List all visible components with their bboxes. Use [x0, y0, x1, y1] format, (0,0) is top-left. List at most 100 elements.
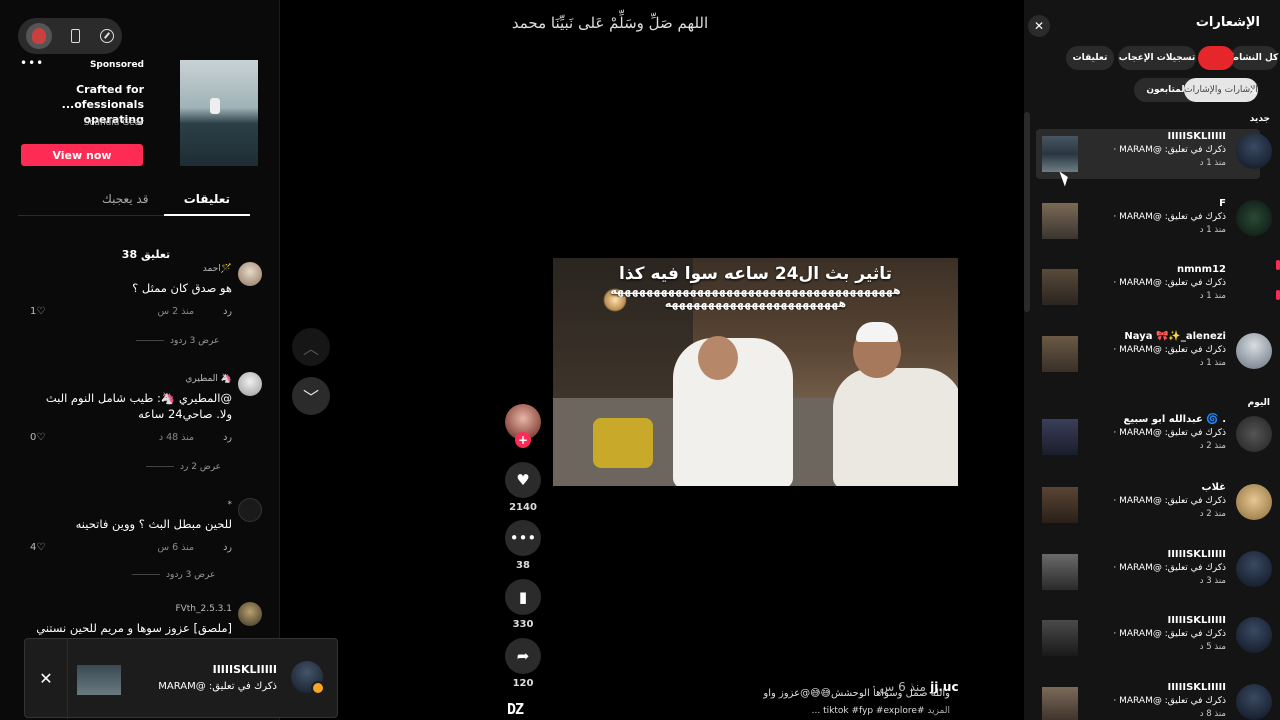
like-comment-button[interactable]: 4♡: [30, 542, 45, 553]
notification-username[interactable]: IIIIISKLIIIII: [1167, 131, 1226, 142]
more-link[interactable]: المزيد: [927, 706, 950, 716]
like-button[interactable]: ♥: [505, 462, 541, 498]
notification-username[interactable]: غلاب: [1202, 482, 1226, 493]
avatar[interactable]: [1236, 266, 1272, 302]
like-comment-button[interactable]: 1♡: [30, 306, 45, 317]
close-icon[interactable]: ✕: [37, 669, 55, 688]
video-thumbnail[interactable]: [1042, 203, 1078, 239]
avatar[interactable]: [1236, 484, 1272, 520]
filter-likes[interactable]: تسجيلات الإعجاب: [1118, 46, 1196, 70]
notification-username[interactable]: عبدالله ابو سبيع 🌀 .: [1124, 414, 1226, 425]
video-thumbnail[interactable]: [1042, 554, 1078, 590]
video-thumbnail[interactable]: [1042, 620, 1078, 656]
comment-button[interactable]: •••: [505, 520, 541, 556]
tab-you-may-like[interactable]: قد يعجبك: [102, 192, 148, 206]
comment-username[interactable]: *: [228, 500, 233, 510]
notification-text: ذكرك في تعليق: @MARAM ·: [1113, 629, 1226, 639]
notification-text: ذكرك في تعليق: @MARAM ·: [1113, 145, 1226, 155]
video-thumbnail[interactable]: [1042, 336, 1078, 372]
mention-badge-icon: [311, 681, 325, 695]
tab-comments[interactable]: تعليقات: [184, 192, 230, 206]
previous-video-button[interactable]: ︿: [292, 328, 330, 366]
like-comment-button[interactable]: 0♡: [30, 432, 45, 443]
reply-button[interactable]: رد: [223, 306, 232, 317]
notification-username[interactable]: Naya 🎀✨_alenezi: [1124, 331, 1226, 342]
video-thumbnail[interactable]: [1042, 487, 1078, 523]
notification-item[interactable]: Naya 🎀✨_alenezi ذكرك في تعليق: @MARAM · …: [1036, 329, 1272, 379]
video-thumbnail[interactable]: [1042, 687, 1078, 720]
avatar[interactable]: [1236, 684, 1272, 720]
reply-button[interactable]: رد: [223, 542, 232, 553]
comment-username[interactable]: FVth_2.5.3.1: [175, 604, 232, 614]
share-button[interactable]: ➦: [505, 638, 541, 674]
notification-username[interactable]: nmnm12: [1177, 264, 1226, 275]
notification-item[interactable]: IIIIISKLIIIII ذكرك في تعليق: @MARAM · من…: [1036, 129, 1272, 179]
close-icon[interactable]: ✕: [1028, 15, 1050, 37]
heart-icon: ♡: [36, 432, 46, 443]
video-thumbnail[interactable]: [1042, 269, 1078, 305]
comment-meta: رد منذ 2 س: [158, 306, 233, 317]
avatar[interactable]: [1236, 551, 1272, 587]
more-options-icon[interactable]: •••: [20, 56, 44, 70]
notification-item[interactable]: IIIIISKLIIIII ذكرك في تعليق: @MARAM · من…: [1036, 613, 1272, 663]
comment-time: منذ 6 س: [157, 542, 195, 553]
avatar[interactable]: [1236, 133, 1272, 169]
mention-toast[interactable]: ✕ IIIIISKLIIIII ذكرك في تعليق: @MARAM: [24, 638, 338, 719]
notification-item[interactable]: غلاب ذكرك في تعليق: @MARAM · منذ 2 د: [1036, 480, 1272, 530]
filter-all-activity[interactable]: كل النشاط: [1230, 46, 1278, 70]
ad-view-now-button[interactable]: View now: [21, 144, 143, 166]
notifications-panel: ✕ الإشعارات كل النشاط تسجيلات الإعجاب تع…: [1024, 0, 1280, 720]
filter-mentions-tooltip[interactable]: الإشارات والإشارات: [1184, 78, 1258, 102]
comment-username[interactable]: احمد🪄: [203, 264, 232, 274]
sponsored-ad[interactable]: ••• Sponsored Crafted for ...ofessionals…: [18, 56, 262, 170]
hashtags[interactable]: #tiktok #fyp #explore ...: [812, 706, 925, 716]
view-replies-button[interactable]: عرض 2 رد: [146, 462, 221, 472]
avatar[interactable]: [1236, 333, 1272, 369]
filter-comments[interactable]: تعليقات: [1066, 46, 1114, 70]
notification-username[interactable]: F: [1219, 198, 1226, 209]
comment-text: [ملصق] عزوز سوها و مريم للحين نستني: [36, 621, 232, 635]
notification-time: منذ 2 د: [1199, 441, 1226, 451]
view-mode-toggle[interactable]: [18, 18, 122, 54]
ad-brand[interactable]: Scandia Gear: [84, 118, 144, 128]
notification-item[interactable]: F ذكرك في تعليق: @MARAM · منذ 1 د: [1036, 196, 1272, 246]
save-button[interactable]: ▮: [505, 579, 541, 615]
view-replies-button[interactable]: عرض 3 ردود: [136, 336, 219, 346]
view-replies-button[interactable]: عرض 3 ردود: [132, 570, 215, 580]
toast-thumbnail[interactable]: [77, 665, 121, 695]
notification-item[interactable]: IIIIISKLIIIII ذكرك في تعليق: @MARAM · من…: [1036, 547, 1272, 597]
close-tooltip-icon[interactable]: x: [1250, 84, 1257, 97]
notification-text: ذكرك في تعليق: @MARAM ·: [1113, 496, 1226, 506]
notification-username[interactable]: IIIIISKLIIIII: [1167, 682, 1226, 693]
like-count: 2140: [509, 502, 537, 513]
profile-thumb[interactable]: [26, 23, 52, 49]
sound-disc-icon[interactable]: DZ: [507, 700, 524, 718]
scrollbar[interactable]: [1024, 112, 1030, 312]
comment-username[interactable]: المطيري 🦄: [185, 374, 232, 384]
notification-username[interactable]: IIIIISKLIIIII: [1167, 615, 1226, 626]
reply-button[interactable]: رد: [223, 432, 232, 443]
explore-icon[interactable]: [98, 27, 116, 45]
avatar[interactable]: [238, 498, 262, 522]
avatar[interactable]: [1236, 416, 1272, 452]
phone-view-icon[interactable]: [66, 27, 84, 45]
avatar[interactable]: [238, 262, 262, 286]
notification-item[interactable]: nmnm12 ذكرك في تعليق: @MARAM · منذ 1 د: [1036, 262, 1272, 312]
video-hashtags: المزيد #tiktok #fyp #explore ...: [560, 706, 950, 716]
heart-icon: ♥: [516, 471, 530, 489]
video-thumbnail[interactable]: [1042, 136, 1078, 172]
video-player[interactable]: تاثير بث ال24 ساعه سوا فيه كذا ههههههههه…: [553, 258, 958, 486]
next-video-button[interactable]: ﹀: [292, 377, 330, 415]
video-thumbnail[interactable]: [1042, 419, 1078, 455]
notification-item[interactable]: IIIIISKLIIIII ذكرك في تعليق: @MARAM · من…: [1036, 680, 1272, 720]
avatar[interactable]: [238, 372, 262, 396]
comment-time: منذ 2 س: [157, 306, 195, 317]
ad-thumbnail[interactable]: [180, 60, 258, 166]
avatar[interactable]: [238, 602, 262, 626]
follow-plus-icon[interactable]: +: [515, 432, 531, 448]
notification-time: منذ 8 د: [1199, 709, 1226, 719]
notification-item[interactable]: عبدالله ابو سبيع 🌀 . ذكرك في تعليق: @MAR…: [1036, 412, 1272, 462]
avatar[interactable]: [1236, 200, 1272, 236]
notification-username[interactable]: IIIIISKLIIIII: [1167, 549, 1226, 560]
avatar[interactable]: [1236, 617, 1272, 653]
